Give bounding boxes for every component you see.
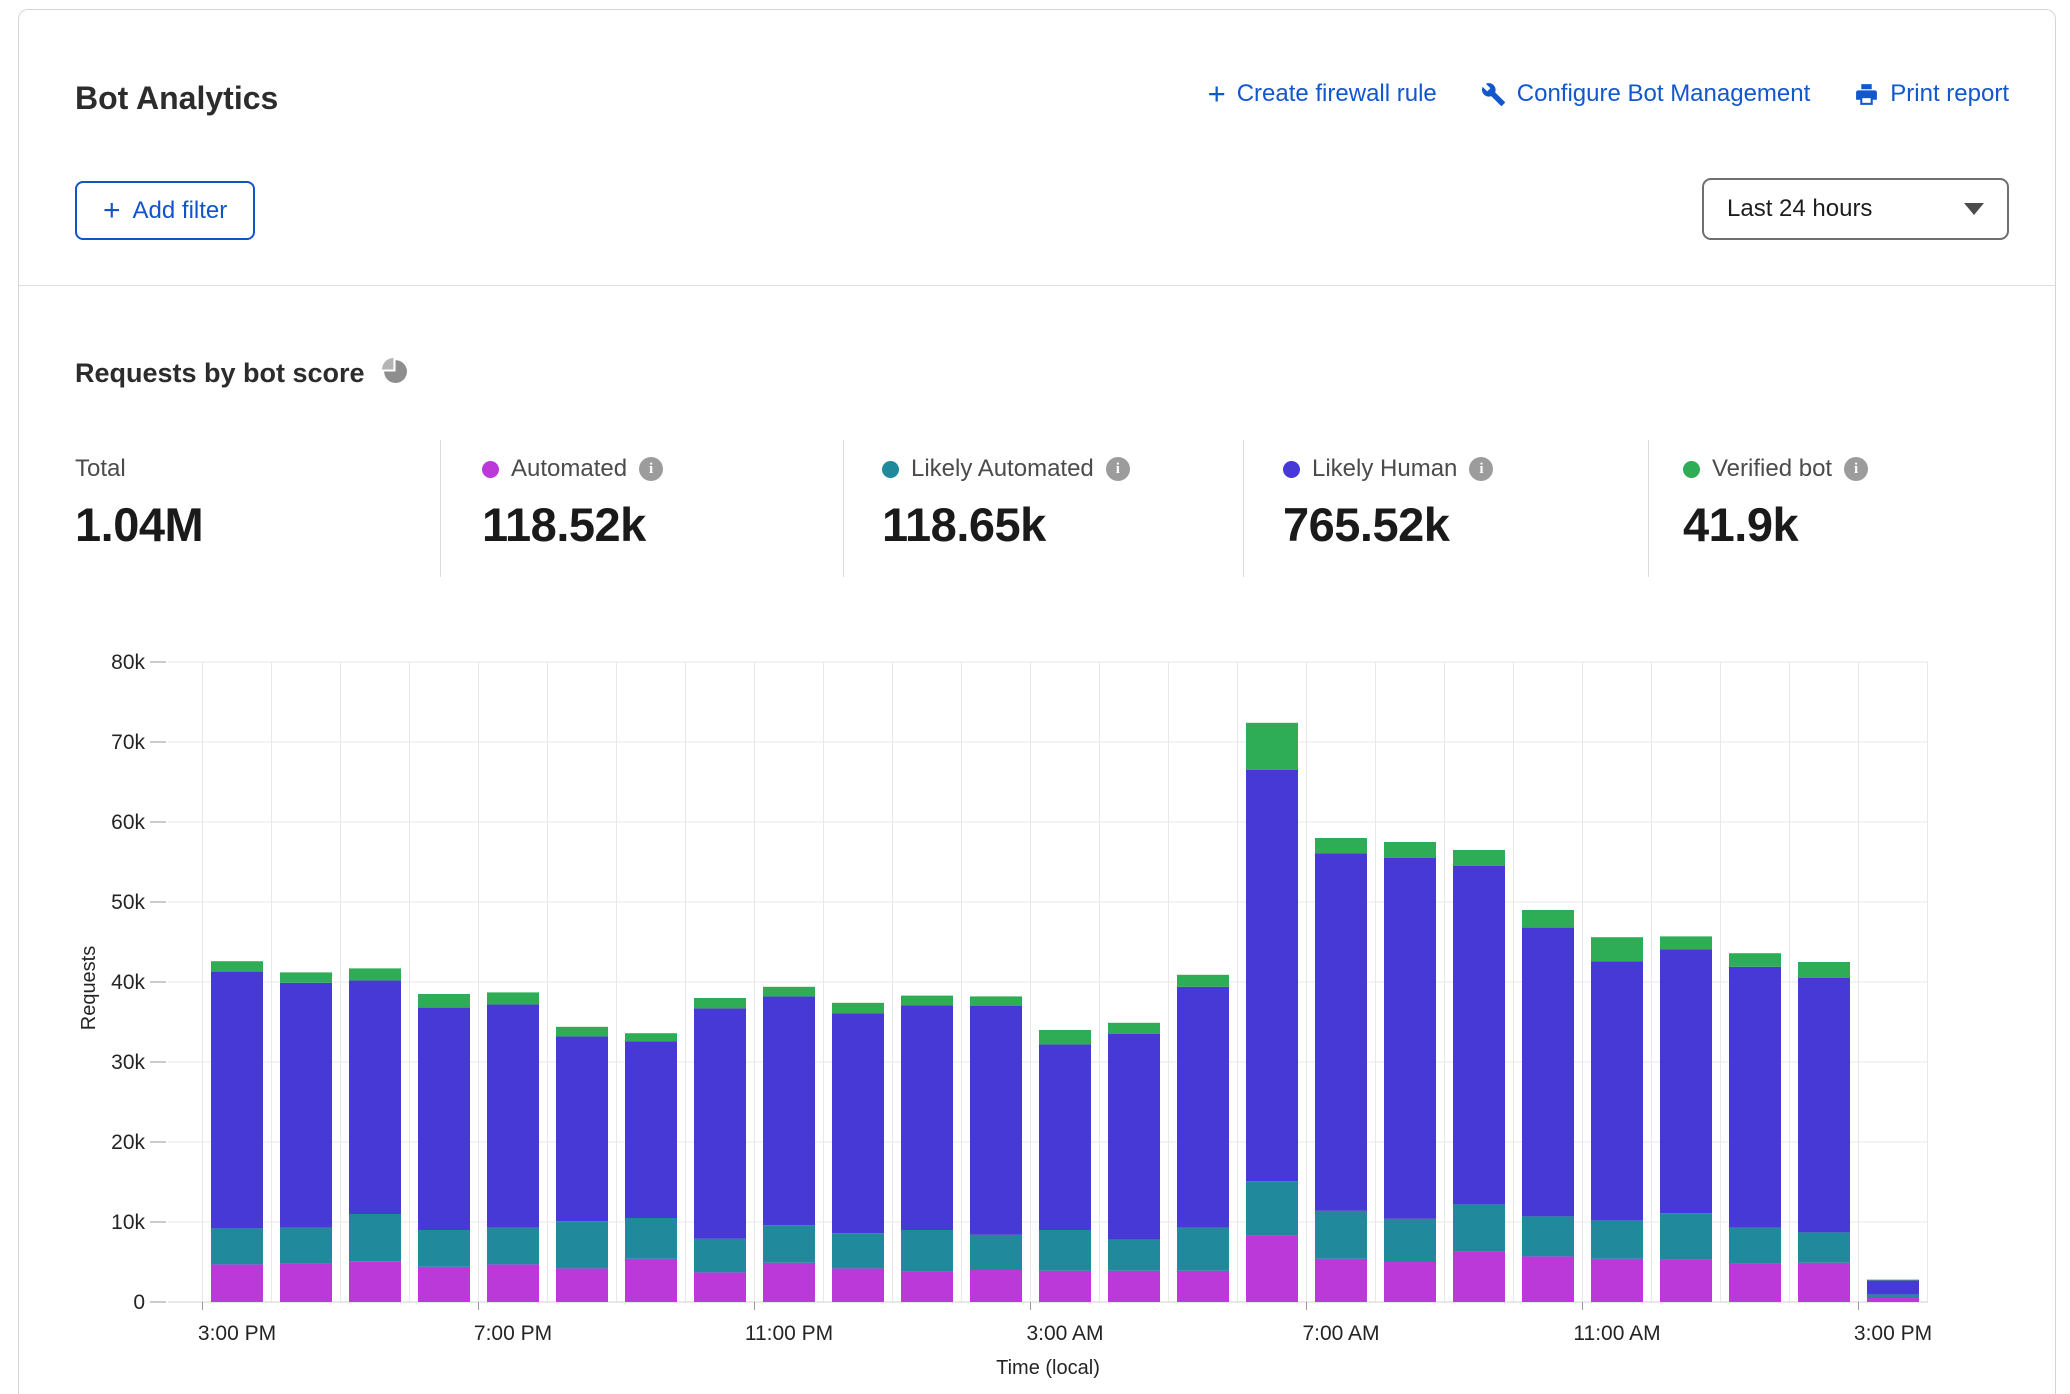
stat-divider [440,440,441,577]
time-range-select[interactable]: Last 24 hours [1702,178,2009,240]
likely-human-legend-dot [1283,461,1300,478]
svg-text:3:00 PM: 3:00 PM [1854,1322,1932,1345]
svg-text:10k: 10k [111,1211,145,1234]
create-firewall-rule-label: Create firewall rule [1237,80,1437,108]
svg-text:3:00 PM: 3:00 PM [198,1322,276,1345]
svg-text:60k: 60k [111,811,145,834]
stat-total-label: Total [75,455,126,483]
plus-icon [103,199,121,223]
svg-text:Requests: Requests [78,946,100,1031]
svg-text:30k: 30k [111,1051,145,1074]
stat-likely-human: Likely Human 765.52k [1283,455,1493,552]
chevron-down-icon [1964,203,1984,215]
stat-automated: Automated 118.52k [482,455,663,552]
stat-likely-human-label: Likely Human [1312,455,1457,483]
configure-bot-management-label: Configure Bot Management [1517,80,1811,108]
time-range-value: Last 24 hours [1727,195,1872,223]
section-title-row: Requests by bot score [75,357,408,389]
configure-bot-management-link[interactable]: Configure Bot Management [1481,80,1811,108]
pie-chart-icon [381,357,408,389]
page-title: Bot Analytics [75,80,278,117]
info-icon[interactable] [1844,457,1868,481]
stat-divider [1648,440,1649,577]
stat-divider [843,440,844,577]
stat-verified-bot: Verified bot 41.9k [1683,455,1868,552]
stat-verified-bot-value: 41.9k [1683,497,1868,552]
print-report-link[interactable]: Print report [1854,80,2009,108]
svg-text:7:00 AM: 7:00 AM [1302,1322,1379,1345]
stat-automated-value: 118.52k [482,497,663,552]
stat-likely-automated: Likely Automated 118.65k [882,455,1130,552]
create-firewall-rule-link[interactable]: Create firewall rule [1208,80,1437,108]
stat-total: Total 1.04M [75,455,203,552]
stat-likely-human-value: 765.52k [1283,497,1493,552]
add-filter-button[interactable]: Add filter [75,181,255,240]
requests-by-bot-score-chart[interactable]: 0 10k 20k 30k 40k 50k 60k 70k 80k 3:00 PM 7:00 PM 1… [0,620,2070,1394]
info-icon[interactable] [1106,457,1130,481]
header-actions: Create firewall rule Configure Bot Manag… [1208,80,2009,108]
stat-divider [1243,440,1244,577]
svg-text:11:00 AM: 11:00 AM [1573,1322,1660,1345]
header-divider [19,285,2055,286]
print-report-label: Print report [1890,80,2009,108]
wrench-icon [1481,82,1506,107]
svg-text:40k: 40k [111,971,145,994]
add-filter-label: Add filter [133,197,228,225]
svg-text:7:00 PM: 7:00 PM [474,1322,552,1345]
svg-text:50k: 50k [111,891,145,914]
stat-total-value: 1.04M [75,497,203,552]
info-icon[interactable] [639,457,663,481]
section-title: Requests by bot score [75,358,365,389]
svg-text:Time (local): Time (local) [996,1357,1100,1379]
svg-text:0: 0 [133,1291,145,1314]
stat-automated-label: Automated [511,455,627,483]
stat-likely-automated-value: 118.65k [882,497,1130,552]
automated-legend-dot [482,461,499,478]
likely-automated-legend-dot [882,461,899,478]
info-icon[interactable] [1469,457,1493,481]
svg-text:80k: 80k [111,651,145,674]
svg-text:20k: 20k [111,1131,145,1154]
plus-icon [1208,82,1226,106]
svg-text:11:00 PM: 11:00 PM [745,1322,833,1345]
svg-text:3:00 AM: 3:00 AM [1026,1322,1103,1345]
verified-bot-legend-dot [1683,461,1700,478]
svg-text:70k: 70k [111,731,145,754]
printer-icon [1854,82,1879,107]
stat-likely-automated-label: Likely Automated [911,455,1094,483]
stat-verified-bot-label: Verified bot [1712,455,1832,483]
